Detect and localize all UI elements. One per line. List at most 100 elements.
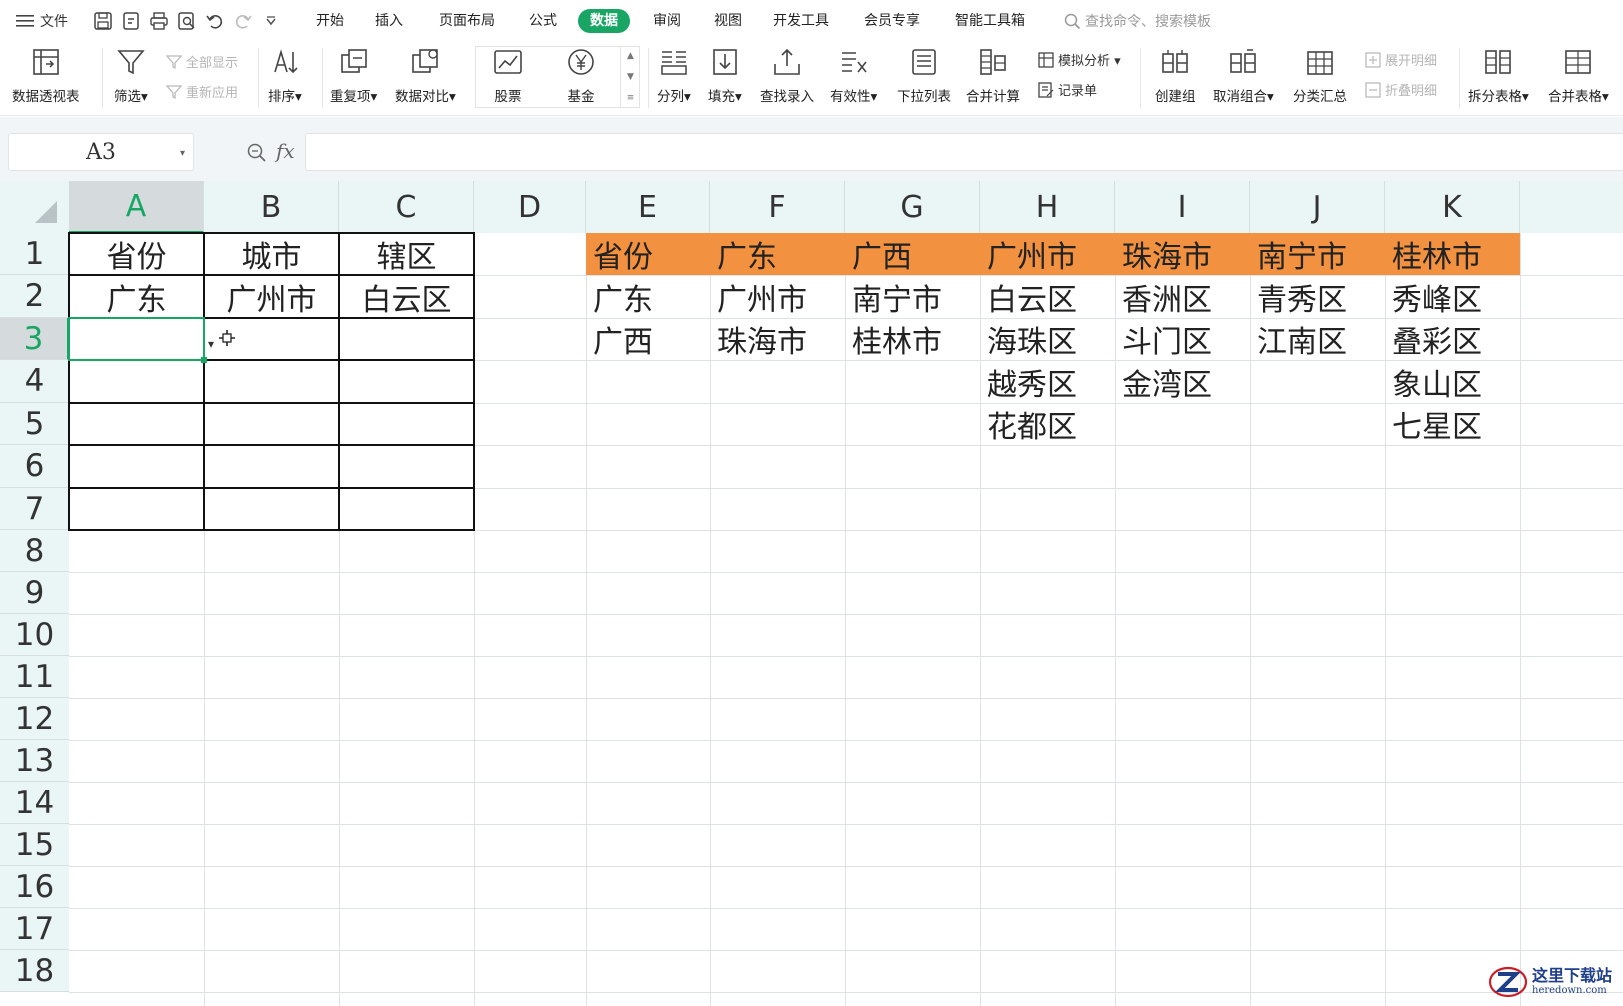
row-header-2[interactable]: 2: [0, 275, 69, 318]
row-header-11[interactable]: 11: [0, 656, 69, 698]
show-all-button[interactable]: 全部显示: [165, 52, 238, 71]
cell-g3[interactable]: 桂林市: [845, 318, 980, 360]
row-header-14[interactable]: 14: [0, 782, 69, 824]
gallery-more-icon[interactable]: ≡: [627, 93, 635, 103]
consolidate-button[interactable]: 合并计算: [966, 46, 1020, 105]
tab-page-layout[interactable]: 页面布局: [433, 9, 501, 33]
tab-smart-tools[interactable]: 智能工具箱: [949, 9, 1031, 33]
cell-dropdown-arrow-icon[interactable]: ▾: [208, 337, 214, 351]
cell-k2[interactable]: 秀峰区: [1385, 275, 1520, 318]
split-column-button[interactable]: 分列▾: [657, 46, 691, 105]
name-box[interactable]: A3 ▾: [8, 133, 194, 171]
print-icon[interactable]: [147, 9, 171, 33]
column-header-a[interactable]: A: [69, 181, 204, 233]
cell-h5[interactable]: 花都区: [980, 403, 1115, 445]
cell-k4[interactable]: 象山区: [1385, 360, 1520, 403]
fill-handle[interactable]: [201, 357, 207, 363]
column-header-g[interactable]: G: [845, 181, 980, 233]
collapse-detail-button[interactable]: 折叠明细: [1364, 80, 1437, 99]
tab-insert[interactable]: 插入: [369, 9, 409, 33]
print-preview-icon[interactable]: [175, 9, 199, 33]
gallery-down-icon[interactable]: ▼: [627, 72, 634, 82]
cell-j2[interactable]: 青秀区: [1250, 275, 1385, 318]
subtotal-button[interactable]: 分类汇总: [1293, 46, 1347, 105]
row-header-16[interactable]: 16: [0, 866, 69, 908]
sort-button[interactable]: 排序▾: [268, 46, 302, 105]
split-table-button[interactable]: 拆分表格▾: [1468, 46, 1529, 105]
reapply-button[interactable]: 重新应用: [165, 82, 238, 101]
cell-i2[interactable]: 香洲区: [1115, 275, 1250, 318]
row-header-3[interactable]: 3: [0, 318, 69, 360]
column-header-k[interactable]: K: [1385, 181, 1520, 233]
column-header-b[interactable]: B: [204, 181, 339, 233]
cell-f3[interactable]: 珠海市: [710, 318, 845, 360]
cell-k3[interactable]: 叠彩区: [1385, 318, 1520, 360]
formula-input[interactable]: [305, 133, 1623, 171]
cell-i1[interactable]: 珠海市: [1115, 233, 1250, 275]
row-header-17[interactable]: 17: [0, 908, 69, 950]
row-header-15[interactable]: 15: [0, 824, 69, 866]
expand-detail-button[interactable]: 展开明细: [1364, 50, 1437, 69]
row-header-13[interactable]: 13: [0, 740, 69, 782]
cell-h1[interactable]: 广州市: [980, 233, 1115, 275]
column-header-f[interactable]: F: [710, 181, 845, 233]
record-form-button[interactable]: 记录单: [1037, 80, 1097, 99]
select-all-corner[interactable]: [0, 181, 69, 233]
cell-e2[interactable]: 广东: [586, 275, 710, 318]
cell-i3[interactable]: 斗门区: [1115, 318, 1250, 360]
stock-button[interactable]: 股票: [492, 46, 524, 105]
row-header-7[interactable]: 7: [0, 488, 69, 530]
ungroup-button[interactable]: 取消组合▾: [1213, 46, 1274, 105]
column-header-h[interactable]: H: [980, 181, 1115, 233]
cell-f1[interactable]: 广东: [710, 233, 845, 275]
create-group-button[interactable]: 创建组: [1155, 46, 1196, 105]
cell-g1[interactable]: 广西: [845, 233, 980, 275]
gallery-scroll[interactable]: ▲ ▼ ≡: [620, 46, 640, 108]
gallery-up-icon[interactable]: ▲: [627, 51, 634, 61]
duplicates-button[interactable]: 重复项▾: [330, 46, 377, 105]
command-search[interactable]: 查找命令、搜索模板: [1064, 11, 1211, 31]
cell-k5[interactable]: 七星区: [1385, 403, 1520, 445]
column-header-d[interactable]: D: [474, 181, 586, 233]
tab-view[interactable]: 视图: [708, 9, 748, 33]
row-header-5[interactable]: 5: [0, 403, 69, 445]
cell-h3[interactable]: 海珠区: [980, 318, 1115, 360]
fund-button[interactable]: 基金: [565, 46, 597, 105]
cell-e3[interactable]: 广西: [586, 318, 710, 360]
tab-review[interactable]: 审阅: [647, 9, 687, 33]
row-header-10[interactable]: 10: [0, 614, 69, 656]
cell-f2[interactable]: 广州市: [710, 275, 845, 318]
cell-h4[interactable]: 越秀区: [980, 360, 1115, 403]
customize-toolbar-icon[interactable]: [259, 9, 283, 33]
dropdown-list-button[interactable]: 下拉列表: [897, 46, 951, 105]
row-header-18[interactable]: 18: [0, 950, 69, 992]
tab-formulas[interactable]: 公式: [523, 9, 563, 33]
column-header-j[interactable]: J: [1250, 181, 1385, 233]
insert-function-button[interactable]: fx: [276, 139, 295, 163]
tab-member[interactable]: 会员专享: [858, 9, 926, 33]
tab-home[interactable]: 开始: [310, 9, 350, 33]
file-menu[interactable]: 文件: [16, 11, 68, 31]
cell-i4[interactable]: 金湾区: [1115, 360, 1250, 403]
pivot-table-button[interactable]: 数据透视表: [12, 46, 80, 105]
cell-h2[interactable]: 白云区: [980, 275, 1115, 318]
cell-g2[interactable]: 南宁市: [845, 275, 980, 318]
row-header-12[interactable]: 12: [0, 698, 69, 740]
active-cell-a3[interactable]: [68, 317, 205, 361]
undo-icon[interactable]: [203, 9, 227, 33]
tab-data[interactable]: 数据: [578, 9, 630, 33]
name-box-dropdown-icon[interactable]: ▾: [180, 148, 185, 159]
validity-button[interactable]: 有效性▾: [830, 46, 877, 105]
row-header-8[interactable]: 8: [0, 530, 69, 572]
merge-table-button[interactable]: 合并表格▾: [1548, 46, 1609, 105]
what-if-analysis-button[interactable]: 模拟分析 ▾: [1037, 50, 1121, 69]
column-header-i[interactable]: I: [1115, 181, 1250, 233]
export-pdf-icon[interactable]: [119, 9, 143, 33]
fill-button[interactable]: 填充▾: [708, 46, 742, 105]
redo-icon[interactable]: [231, 9, 255, 33]
cell-j1[interactable]: 南宁市: [1250, 233, 1385, 275]
cell-j3[interactable]: 江南区: [1250, 318, 1385, 360]
row-header-9[interactable]: 9: [0, 572, 69, 614]
zoom-icon[interactable]: [246, 142, 268, 164]
row-header-4[interactable]: 4: [0, 360, 69, 403]
